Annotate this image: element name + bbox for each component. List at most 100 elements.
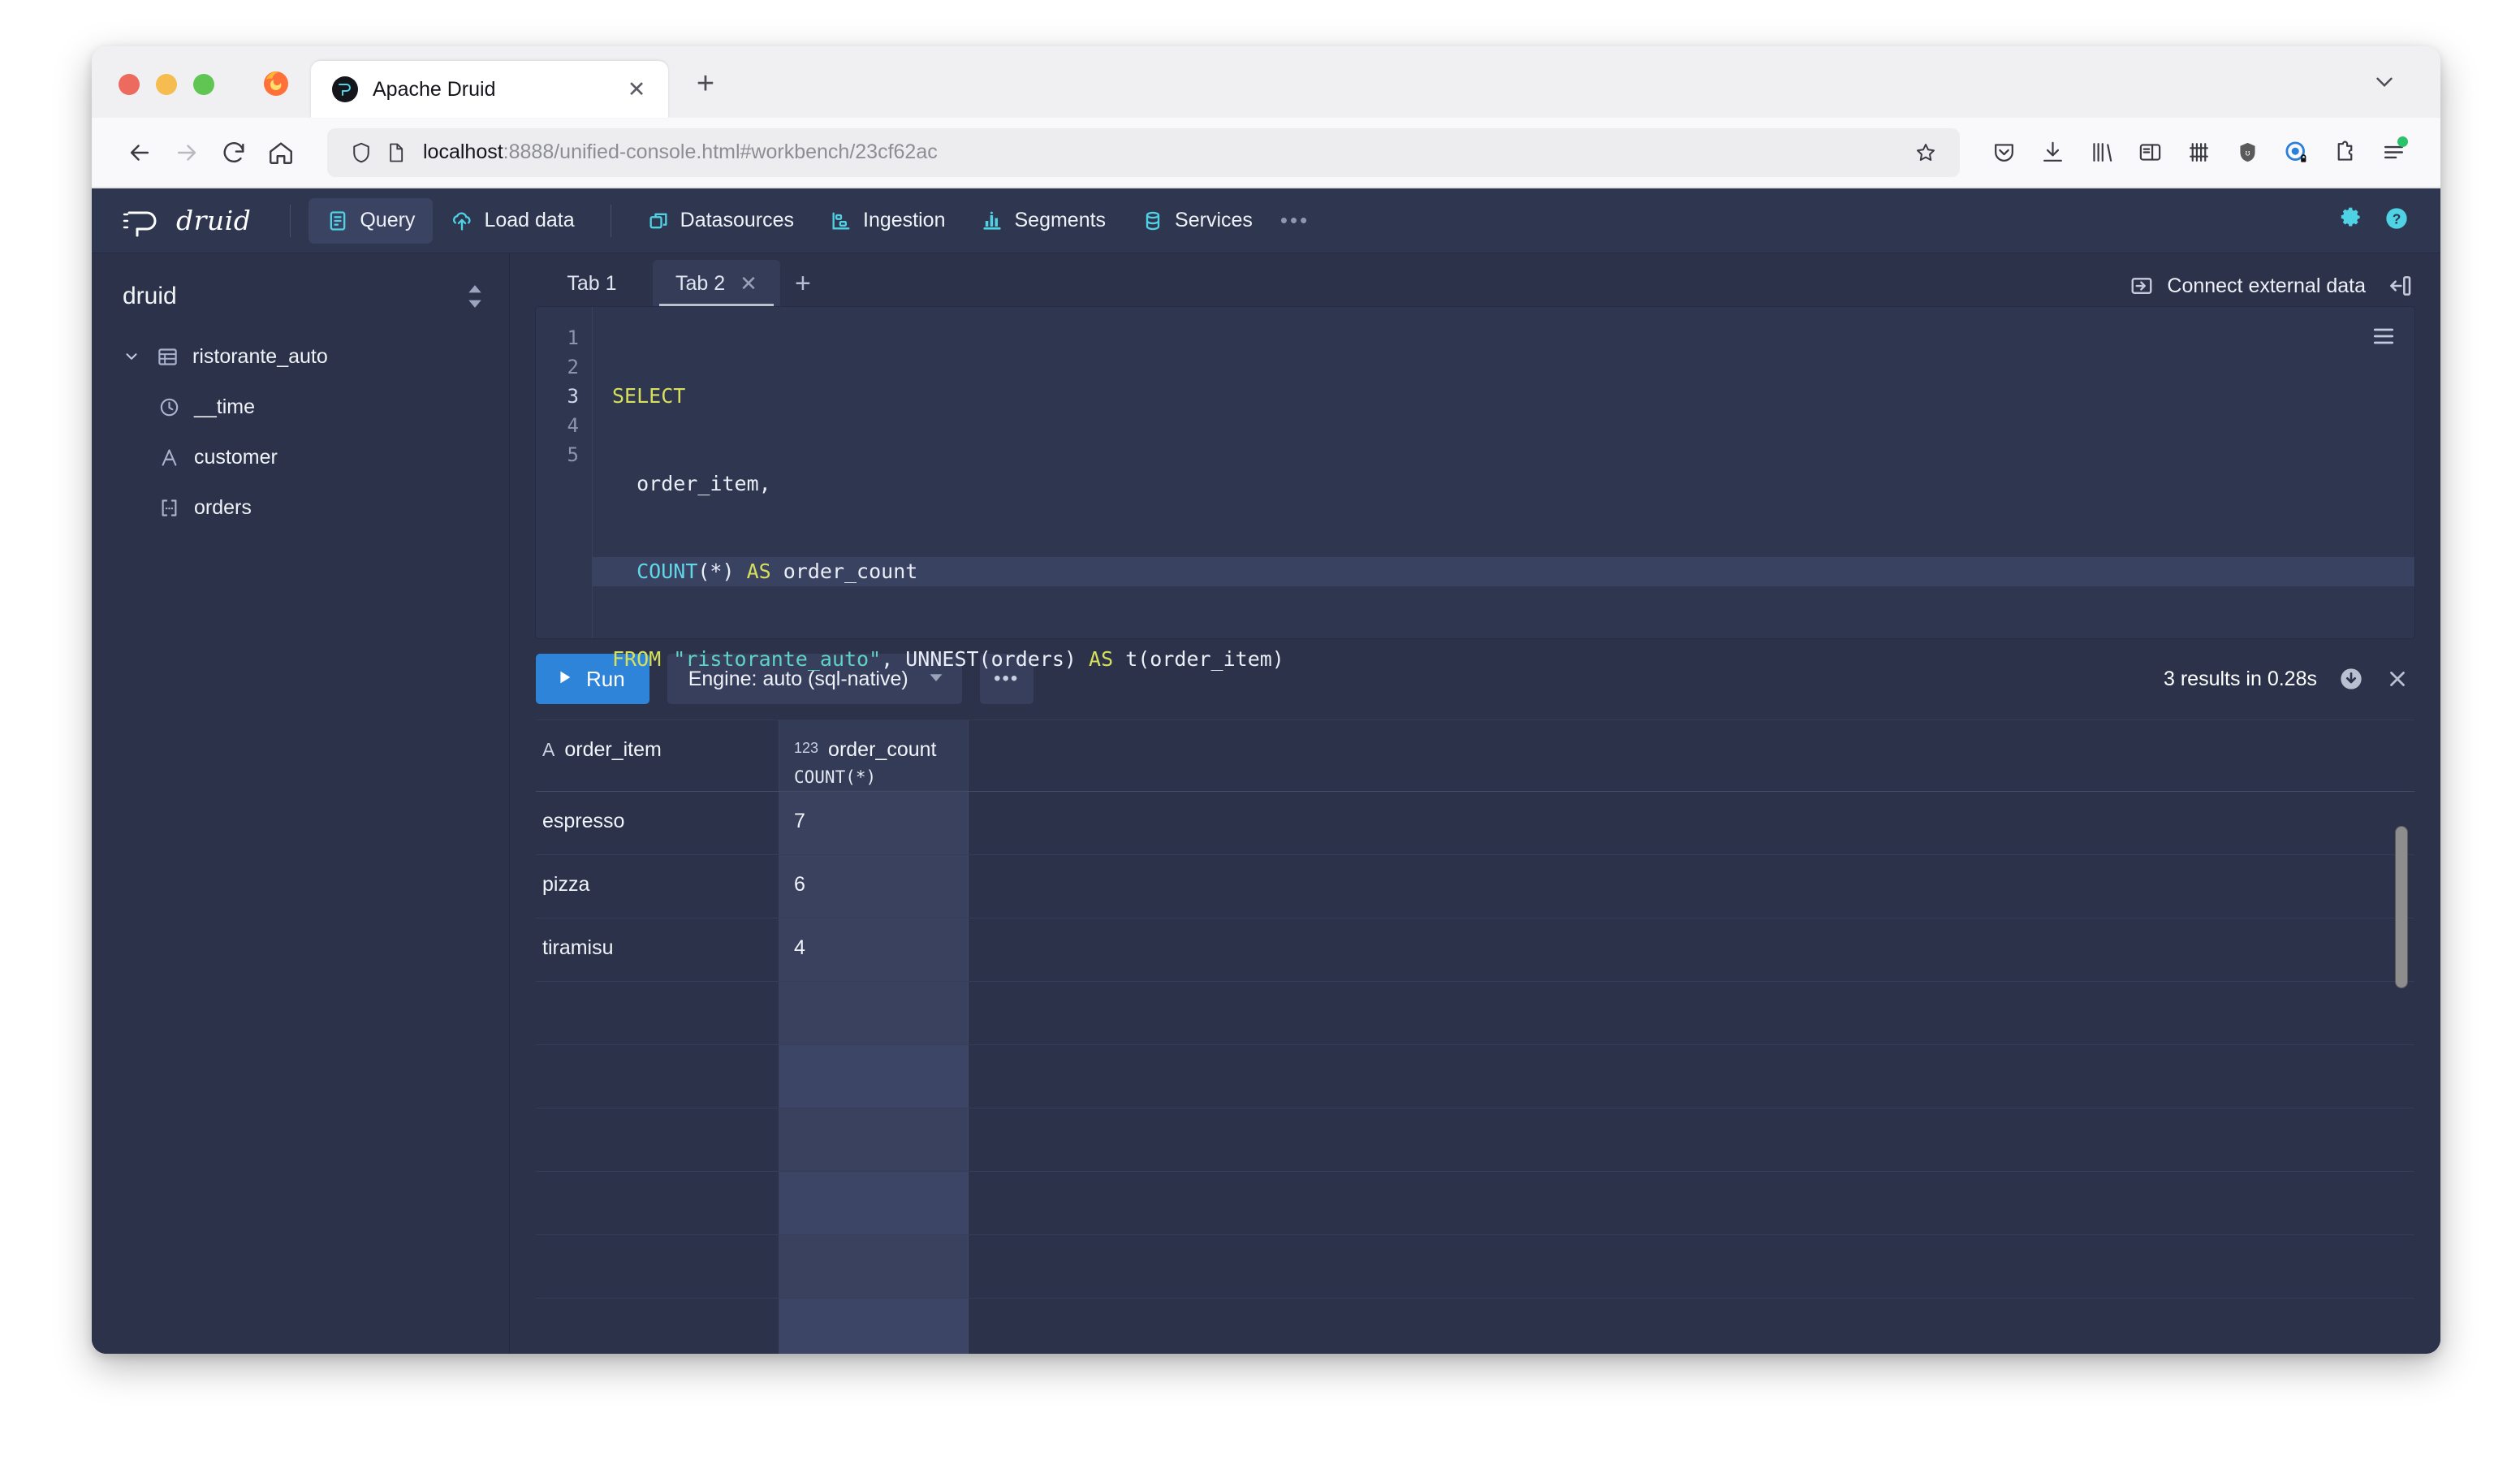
nav-overflow-button[interactable]: ••• bbox=[1271, 208, 1319, 233]
cell-filler bbox=[969, 1235, 2414, 1298]
browser-tab[interactable]: Apache Druid ✕ bbox=[311, 61, 668, 118]
schema-tree: ristorante_auto __time customer bbox=[92, 331, 509, 533]
close-tab-icon[interactable]: ✕ bbox=[740, 273, 757, 294]
url-text[interactable]: localhost:8888/unified-console.html#work… bbox=[423, 140, 1908, 164]
code-line-3: COUNT(*) AS order_count bbox=[593, 557, 2414, 586]
cell-filler bbox=[969, 1045, 2414, 1108]
cell-empty bbox=[779, 1045, 969, 1108]
url-bar[interactable]: localhost:8888/unified-console.html#work… bbox=[327, 128, 1960, 177]
browser-tabstrip: Apache Druid ✕ + bbox=[92, 46, 2440, 118]
tree-item-ristorante-auto[interactable]: ristorante_auto bbox=[92, 331, 509, 382]
cell-filler bbox=[969, 792, 2414, 854]
array-type-icon bbox=[155, 497, 183, 519]
line-number: 5 bbox=[536, 440, 592, 469]
cell-empty bbox=[779, 1299, 969, 1354]
browser-tab-title: Apache Druid bbox=[373, 78, 623, 102]
cell-filler bbox=[969, 982, 2414, 1044]
close-tab-icon[interactable]: ✕ bbox=[623, 76, 650, 103]
minimize-window-button[interactable] bbox=[156, 74, 177, 95]
extensions-icon[interactable] bbox=[2322, 129, 2367, 176]
home-icon[interactable] bbox=[257, 129, 304, 176]
cell-order-count: 4 bbox=[779, 918, 969, 981]
nav-item-query[interactable]: Query bbox=[309, 198, 433, 244]
nav-item-services[interactable]: Services bbox=[1124, 198, 1271, 244]
table-row-empty bbox=[536, 1235, 2414, 1299]
library-icon[interactable] bbox=[2078, 129, 2124, 176]
sql-editor[interactable]: 1 2 3 4 5 SELECT order_item, COUNT(*) AS… bbox=[536, 307, 2414, 638]
nav-divider bbox=[290, 205, 291, 237]
ublock-shield-icon[interactable]: ʊ bbox=[2224, 129, 2270, 176]
results-table[interactable]: A order_item 123 order_count COUNT(*) bbox=[536, 720, 2414, 1354]
nav-item-label: Query bbox=[360, 209, 415, 232]
sidebar-icon[interactable] bbox=[2127, 129, 2173, 176]
url-path: :8888/unified-console.html#workbench/23c… bbox=[503, 140, 938, 163]
shield-icon[interactable] bbox=[343, 129, 379, 176]
list-all-tabs-icon[interactable] bbox=[2371, 68, 2398, 100]
back-icon[interactable] bbox=[116, 129, 163, 176]
sql-code[interactable]: SELECT order_item, COUNT(*) AS order_cou… bbox=[593, 307, 2414, 638]
window-controls[interactable] bbox=[92, 74, 214, 118]
sort-icon[interactable] bbox=[465, 283, 485, 310]
clock-icon bbox=[155, 396, 183, 418]
bookmark-star-icon[interactable] bbox=[1908, 135, 1944, 171]
cell-order-item: espresso bbox=[536, 792, 779, 854]
chevron-down-icon[interactable] bbox=[121, 348, 142, 365]
gear-icon[interactable] bbox=[2338, 205, 2364, 236]
column-header-order-count[interactable]: 123 order_count COUNT(*) bbox=[779, 720, 969, 791]
import-data-icon bbox=[2129, 274, 2154, 298]
topnav-actions: ? bbox=[2338, 205, 2418, 236]
maximize-window-button[interactable] bbox=[193, 74, 214, 95]
reload-icon[interactable] bbox=[210, 129, 257, 176]
new-tab-button[interactable]: + bbox=[686, 64, 725, 103]
help-icon[interactable]: ? bbox=[2384, 205, 2410, 236]
cell-empty bbox=[536, 1172, 779, 1234]
forward-icon[interactable] bbox=[163, 129, 210, 176]
cell-filler bbox=[969, 1299, 2414, 1354]
close-window-button[interactable] bbox=[119, 74, 140, 95]
browser-window: Apache Druid ✕ + localhost:888 bbox=[92, 46, 2440, 1354]
tree-item-label: orders bbox=[194, 496, 252, 520]
results-header-row: A order_item 123 order_count COUNT(*) bbox=[536, 720, 2414, 792]
query-tab-1[interactable]: Tab 1 bbox=[531, 260, 653, 307]
cell-empty bbox=[779, 982, 969, 1044]
cell-filler bbox=[969, 855, 2414, 918]
url-host: localhost bbox=[423, 140, 503, 163]
table-row[interactable]: espresso 7 bbox=[536, 792, 2414, 855]
table-row-empty bbox=[536, 1299, 2414, 1354]
tree-item-time[interactable]: __time bbox=[92, 382, 509, 432]
tree-item-customer[interactable]: customer bbox=[92, 432, 509, 482]
tree-item-orders[interactable]: orders bbox=[92, 482, 509, 533]
column-header-order-item[interactable]: A order_item bbox=[536, 720, 779, 791]
datasources-icon bbox=[647, 210, 670, 232]
results-vertical-scrollbar[interactable] bbox=[2395, 826, 2408, 988]
druid-brand[interactable]: druid bbox=[119, 203, 272, 239]
page-info-icon[interactable] bbox=[379, 129, 412, 176]
add-query-tab-button[interactable]: + bbox=[780, 260, 826, 307]
druid-console: druid Query Load data Datasou bbox=[92, 188, 2440, 1354]
column-header-expression: COUNT(*) bbox=[794, 767, 968, 787]
druid-favicon-icon bbox=[332, 76, 358, 102]
nav-item-datasources[interactable]: Datasources bbox=[629, 198, 812, 244]
nav-item-segments[interactable]: Segments bbox=[963, 198, 1124, 244]
collapse-panel-icon[interactable] bbox=[2387, 273, 2413, 299]
table-row[interactable]: tiramisu 4 bbox=[536, 918, 2414, 982]
cell-empty bbox=[536, 1045, 779, 1108]
pocket-icon[interactable] bbox=[1981, 129, 2026, 176]
nav-item-load-data[interactable]: Load data bbox=[433, 198, 592, 244]
app-menu-icon[interactable] bbox=[2371, 129, 2416, 176]
table-row[interactable]: pizza 6 bbox=[536, 855, 2414, 918]
downloads-icon[interactable] bbox=[2030, 129, 2075, 176]
table-row-empty bbox=[536, 1108, 2414, 1172]
containers-icon[interactable] bbox=[2176, 129, 2221, 176]
editor-menu-icon[interactable] bbox=[2371, 323, 2397, 353]
workbench-main: Tab 1 Tab 2 ✕ + Connect external data bbox=[510, 253, 2440, 1354]
schema-sidebar: druid ristorante_auto bbox=[92, 253, 510, 1354]
privacy-badger-icon[interactable] bbox=[2273, 129, 2319, 176]
cell-filler bbox=[969, 1172, 2414, 1234]
connect-external-data-button[interactable]: Connect external data bbox=[2129, 274, 2366, 298]
editor-gutter: 1 2 3 4 5 bbox=[536, 307, 593, 638]
line-number: 2 bbox=[536, 352, 592, 382]
nav-item-ingestion[interactable]: Ingestion bbox=[812, 198, 963, 244]
query-tab-2[interactable]: Tab 2 ✕ bbox=[653, 260, 780, 307]
line-number: 3 bbox=[536, 382, 592, 411]
